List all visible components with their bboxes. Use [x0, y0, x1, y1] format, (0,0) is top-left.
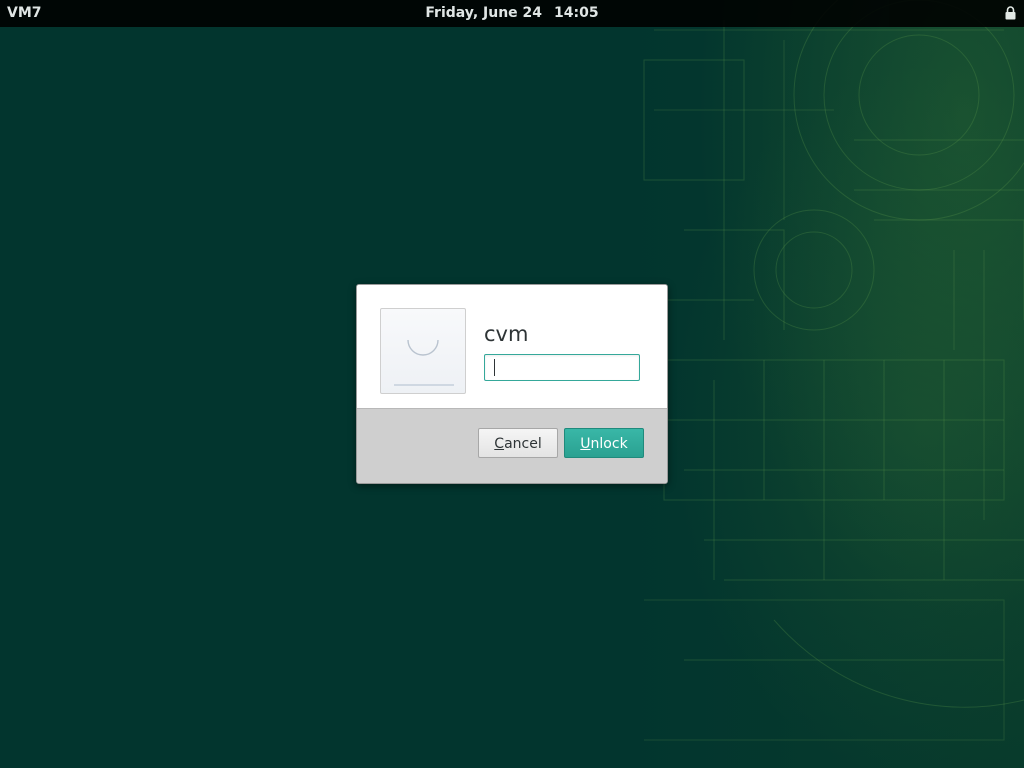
top-bar: VM7 Friday, June 24 14:05	[0, 0, 1024, 27]
password-field[interactable]	[484, 354, 640, 381]
dialog-body: cvm	[357, 285, 667, 409]
unlock-label: nlock	[590, 436, 628, 452]
unlock-dialog: cvm Cancel Unlock	[356, 284, 668, 484]
cancel-label: ancel	[504, 436, 542, 452]
user-avatar-icon	[380, 308, 466, 394]
text-cursor	[494, 359, 495, 376]
blueprint-pattern	[624, 0, 1024, 741]
date-label: Friday, June 24	[425, 5, 543, 21]
time-label: 14:05	[554, 5, 599, 21]
unlock-button[interactable]: Unlock	[564, 428, 644, 458]
lock-screen: VM7 Friday, June 24 14:05 cvm Cancel Unlo…	[0, 0, 1024, 768]
dialog-action-area: Cancel Unlock	[357, 409, 667, 483]
lock-icon	[1005, 6, 1016, 20]
username-label: cvm	[484, 322, 529, 346]
blueprint-wallpaper	[624, 0, 1024, 768]
cancel-button[interactable]: Cancel	[478, 428, 558, 458]
unlock-mnemonic: U	[580, 436, 591, 452]
date-time-menu[interactable]: Friday, June 24 14:05	[0, 5, 1024, 22]
cancel-mnemonic: C	[494, 436, 505, 452]
